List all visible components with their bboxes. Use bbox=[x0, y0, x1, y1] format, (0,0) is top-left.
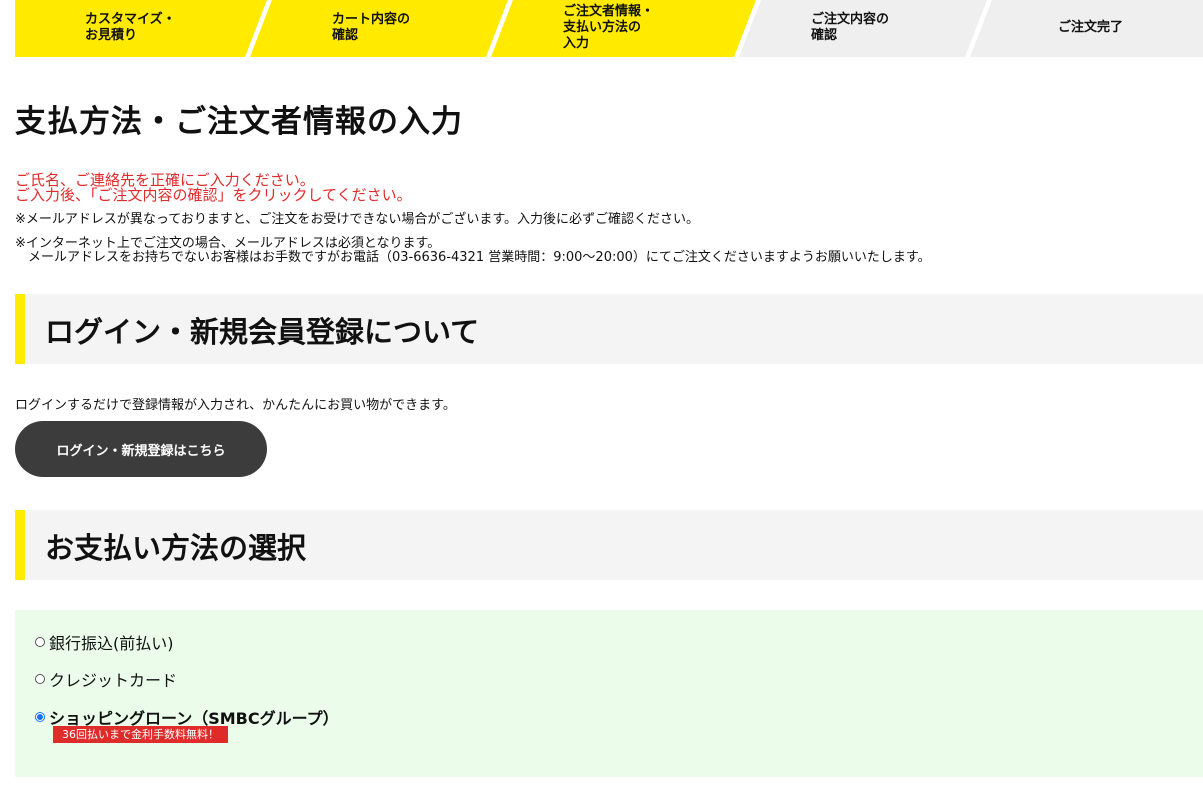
payment-option-credit-card[interactable]: クレジットカード bbox=[35, 667, 177, 691]
step-1-label: カスタマイズ・ お見積り bbox=[85, 12, 176, 43]
step-2-label: カート内容の 確認 bbox=[332, 12, 411, 43]
note-email-check: ※メールアドレスが異なっておりますと、ご注文をお受けできない場合がございます。入… bbox=[15, 212, 700, 227]
login-section-title: ログイン・新規会員登録について bbox=[45, 315, 480, 349]
payment-option-label: クレジットカード bbox=[49, 671, 178, 690]
note-phone-order: メールアドレスをお持ちでないお客様はお手数ですがお電話（03-6636-4321… bbox=[15, 250, 931, 265]
notice-click-confirm: ご入力後、「ご注文内容の確認」をクリックしてください。 bbox=[15, 186, 412, 204]
step-4-label: ご注文内容の 確認 bbox=[811, 12, 890, 43]
order-progress-steps: カスタマイズ・ お見積り カート内容の 確認 ご注文者情報・ 支払い方法の 入力… bbox=[15, 0, 1203, 57]
step-5-label: ご注文完了 bbox=[1058, 20, 1124, 35]
payment-section-title: お支払い方法の選択 bbox=[45, 531, 307, 565]
payment-section-header: お支払い方法の選択 bbox=[15, 510, 1203, 580]
radio-shopping-loan[interactable] bbox=[35, 712, 45, 722]
page-title: 支払方法・ご注文者情報の入力 bbox=[15, 104, 463, 140]
payment-options-panel: 銀行振込(前払い) クレジットカード ショッピングローン（SMBCグループ） 3… bbox=[15, 610, 1203, 777]
interest-free-badge: 36回払いまで金利手数料無料！ bbox=[53, 726, 228, 743]
payment-option-label: 銀行振込(前払い) bbox=[49, 634, 174, 653]
login-register-button[interactable]: ログイン・新規登録はこちら bbox=[15, 421, 267, 477]
payment-option-bank-transfer[interactable]: 銀行振込(前払い) bbox=[35, 630, 174, 654]
radio-bank-transfer[interactable] bbox=[35, 637, 45, 647]
login-description: ログインするだけで登録情報が入力され、かんたんにお買い物ができます。 bbox=[15, 398, 456, 413]
login-section-header: ログイン・新規会員登録について bbox=[15, 294, 1203, 364]
radio-credit-card[interactable] bbox=[35, 674, 45, 684]
note-email-required: ※インターネット上でご注文の場合、メールアドレスは必須となります。 bbox=[15, 236, 441, 251]
step-3-label: ご注文者情報・ 支払い方法の 入力 bbox=[563, 4, 655, 51]
